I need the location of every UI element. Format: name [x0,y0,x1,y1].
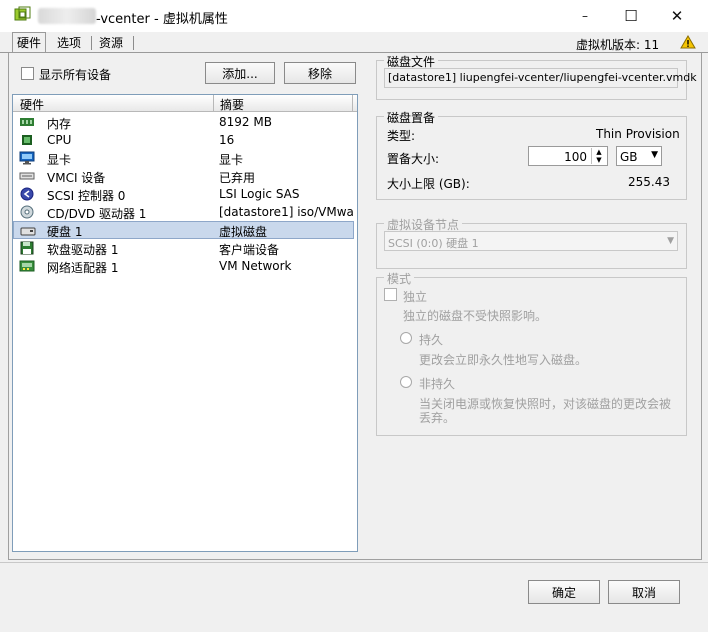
hardware-row-memory[interactable]: 内存 8192 MB [13,113,354,131]
hardware-row-video[interactable]: 显卡 显卡 [13,149,354,167]
dropdown-arrow-icon: ▼ [667,236,674,246]
hardware-name: CD/DVD 驱动器 1 [47,207,147,221]
persistent-label: 持久 [419,333,444,347]
hardware-summary: LSI Logic SAS [219,187,300,201]
hardware-summary: VM Network [219,259,292,273]
tab-options[interactable]: 选项 [53,34,85,52]
independent-description: 独立的磁盘不受快照影响。 [403,309,548,323]
column-divider[interactable] [352,95,353,111]
show-all-devices-label: 显示所有设备 [39,68,112,82]
hardware-row-cdrom[interactable]: CD/DVD 驱动器 1 [datastore1] iso/VMwar... [13,203,354,221]
memory-icon [19,115,35,129]
column-header-summary[interactable]: 摘要 [220,96,244,113]
hardware-summary: 虚拟磁盘 [219,225,268,239]
hardware-row-scsi[interactable]: SCSI 控制器 0 LSI Logic SAS [13,185,354,203]
hardware-name: 网络适配器 1 [47,261,119,275]
tab-hardware[interactable]: 硬件 [12,32,47,54]
scsi-icon [19,187,35,201]
provision-size-input[interactable]: 100 ▲ ▼ [528,146,608,166]
hardware-summary: [datastore1] iso/VMwar... [219,205,353,219]
persistent-radio[interactable] [400,332,412,344]
close-button[interactable]: ✕ [654,0,700,32]
warning-icon[interactable] [680,35,696,52]
hardware-summary: 16 [219,133,235,147]
persistent-description: 更改会立即永久性地写入磁盘。 [419,353,588,367]
hardware-summary: 8192 MB [219,115,272,129]
hardware-row-network[interactable]: 网络适配器 1 VM Network [13,257,354,275]
nonpersistent-description-line1: 当关闭电源或恢复快照时，对该磁盘的更改会被 [419,397,672,411]
monitor-icon [19,151,35,165]
disk-file-path: [datastore1] liupengfei-vcenter/liupengf… [388,71,697,84]
column-header-hardware[interactable]: 硬件 [20,96,44,113]
cpu-icon [19,133,35,147]
size-unit-value: GB [620,150,638,164]
tab-separator [91,36,92,50]
max-size-value: 255.43 [628,175,670,189]
hardware-row-harddisk[interactable]: 硬盘 1 虚拟磁盘 [13,221,354,239]
nonpersistent-radio[interactable] [400,376,412,388]
column-divider[interactable] [213,95,214,111]
hardware-row-vmci[interactable]: VMCI 设备 已弃用 [13,167,354,185]
harddisk-icon [20,224,36,238]
hardware-list-header [13,95,357,112]
provision-type-label: 类型: [387,129,416,143]
provision-size-value: 100 [564,150,587,164]
nonpersistent-description-line2: 丢弃。 [419,411,456,425]
virtual-device-node-value: SCSI (0:0) 硬盘 1 [388,237,479,250]
maximize-button[interactable]: ☐ [608,0,654,32]
footer-divider [0,562,708,563]
max-size-label: 大小上限 (GB): [387,177,470,191]
hardware-row-floppy[interactable]: 软盘驱动器 1 客户端设备 [13,239,354,257]
hardware-summary: 显卡 [219,153,244,167]
tab-resources[interactable]: 资源 [95,34,127,52]
nonpersistent-label: 非持久 [419,377,456,391]
spinner-arrows-icon[interactable]: ▲ ▼ [591,148,606,164]
virtual-device-node-select[interactable]: SCSI (0:0) 硬盘 1 ▼ [384,231,678,251]
mode-group-label: 模式 [384,270,415,287]
size-unit-select[interactable]: GB ▼ [616,146,662,166]
vsphere-app-icon [14,6,32,24]
dropdown-arrow-icon: ▼ [651,150,658,160]
vmci-icon [19,169,35,183]
ok-button[interactable]: 确定 [528,580,600,604]
hardware-name: 软盘驱动器 1 [47,243,119,257]
remove-button[interactable]: 移除 [284,62,356,84]
close-icon: ✕ [670,7,684,25]
provision-size-label: 置备大小: [387,152,440,166]
hardware-name: SCSI 控制器 0 [47,189,126,203]
minimize-button[interactable]: – [562,0,608,32]
hardware-summary: 客户端设备 [219,243,280,257]
independent-label: 独立 [403,290,428,304]
provision-type-value: Thin Provision [596,127,680,141]
hardware-name: VMCI 设备 [47,171,106,185]
disk-provisioning-group-label: 磁盘置备 [384,109,439,126]
hardware-row-cpu[interactable]: CPU 16 [13,131,354,149]
window-title: -vcenter - 虚拟机属性 [96,12,228,27]
add-button[interactable]: 添加... [205,62,275,84]
cancel-button[interactable]: 取消 [608,580,680,604]
disk-file-path-field[interactable]: [datastore1] liupengfei-vcenter/liupengf… [384,68,697,88]
hardware-name: 内存 [47,117,72,131]
show-all-devices-checkbox[interactable] [21,67,34,80]
hardware-name: CPU [47,133,72,147]
cdrom-icon [19,205,35,219]
independent-checkbox[interactable] [384,288,397,301]
redacted-vm-name [38,8,96,24]
hardware-summary: 已弃用 [219,171,256,185]
hardware-name: 硬盘 1 [47,225,83,239]
maximize-icon: ☐ [624,7,638,25]
hardware-name: 显卡 [47,153,72,167]
tab-separator [133,36,134,50]
floppy-icon [19,241,35,255]
minimize-icon: – [582,9,588,23]
network-icon [19,259,35,273]
vm-version-label: 虚拟机版本: 11 [576,38,660,52]
